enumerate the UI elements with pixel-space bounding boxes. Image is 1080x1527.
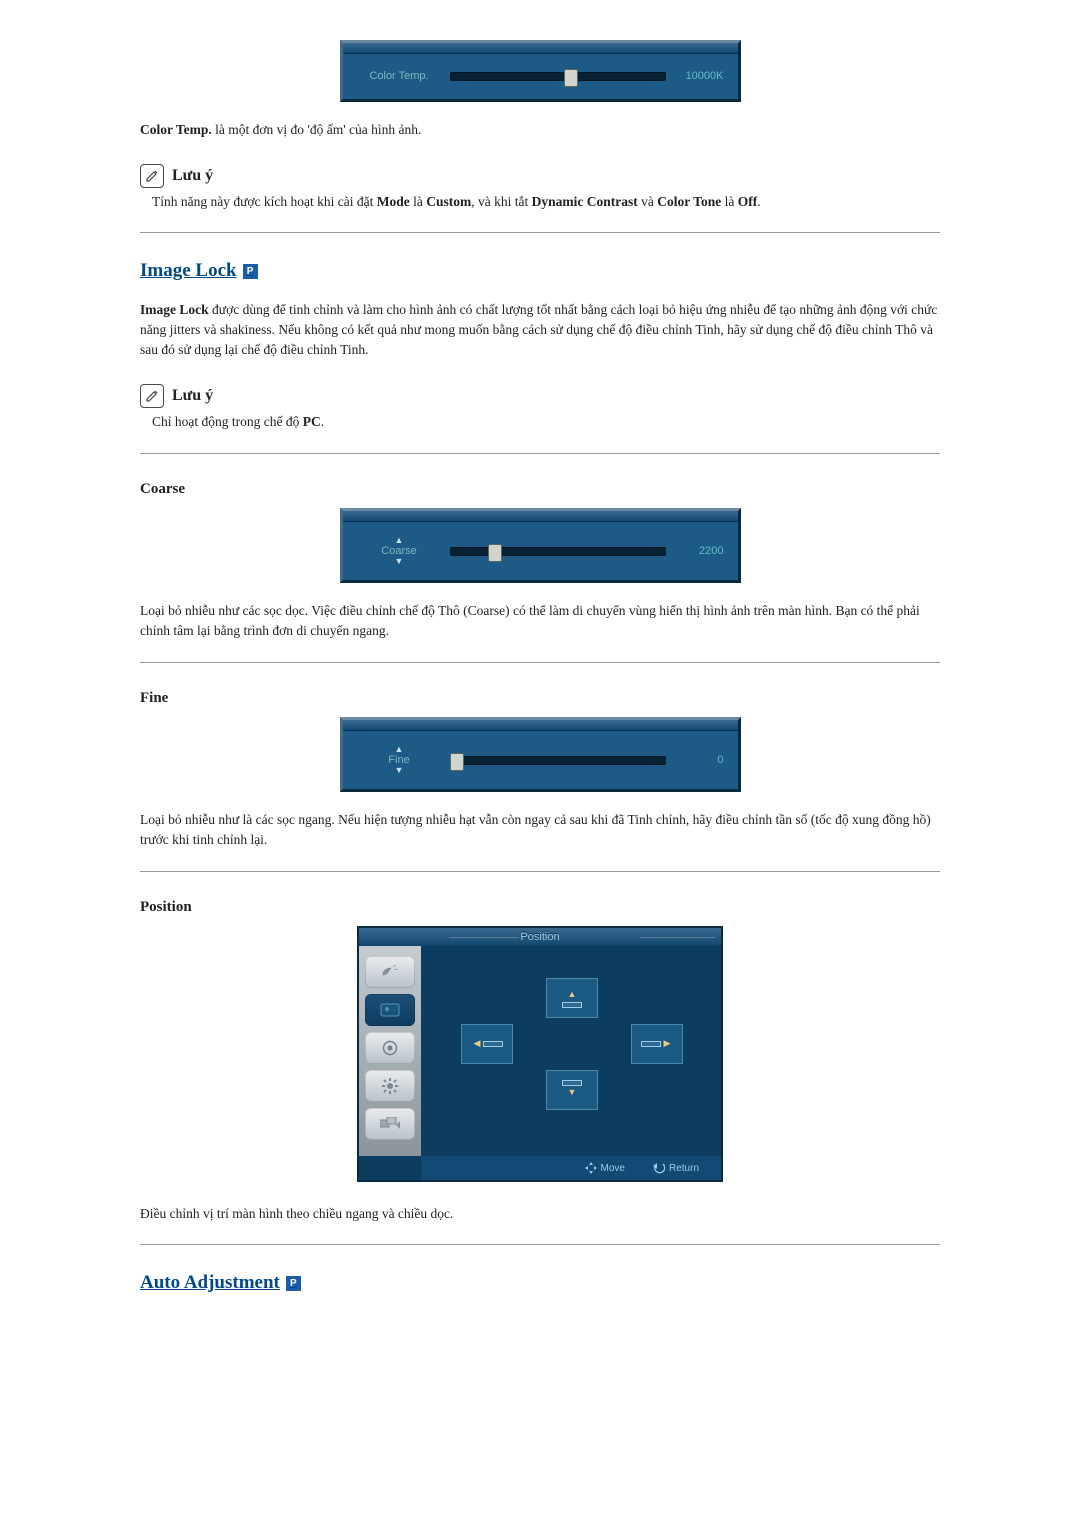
coarse-description: Loại bỏ nhiễu như các sọc dọc. Việc điều…	[140, 601, 940, 642]
slider-top-border	[343, 43, 738, 54]
position-panel-title: Position	[359, 928, 721, 946]
position-panel: Position ▲	[357, 926, 723, 1182]
image-lock-description: Image Lock được dùng để tinh chỉnh và là…	[140, 300, 940, 361]
coarse-label: ▲ Coarse ▼	[357, 536, 442, 566]
color-temp-value: 10000K	[674, 68, 728, 85]
sidebar-item-multi[interactable]	[365, 1108, 415, 1140]
divider	[140, 453, 940, 454]
pc-badge-icon: P	[286, 1276, 301, 1291]
position-down-button[interactable]: ▼	[546, 1070, 598, 1110]
footer-return-hint: Return	[653, 1161, 699, 1176]
position-heading: Position	[140, 896, 940, 919]
color-temp-label: Color Temp.	[357, 70, 442, 82]
footer-move-hint: Move	[585, 1161, 625, 1176]
slider-top-border	[343, 511, 738, 522]
auto-adjustment-heading: Auto AdjustmentP	[140, 1269, 940, 1298]
down-arrow-icon[interactable]: ▼	[357, 557, 442, 566]
coarse-value: 2200	[674, 543, 728, 560]
fine-description: Loại bỏ nhiễu như là các sọc ngang. Nếu …	[140, 810, 940, 851]
note-pencil-icon	[140, 384, 164, 408]
sidebar-item-picture[interactable]	[365, 994, 415, 1026]
color-temp-slider-panel: Color Temp. 10000K	[340, 40, 741, 102]
sidebar-item-input[interactable]	[365, 956, 415, 988]
color-temp-description: Color Temp. là một đơn vị đo 'độ ấm' của…	[140, 120, 940, 140]
fine-label: ▲ Fine ▼	[357, 745, 442, 775]
note-heading: Lưu ý	[140, 384, 940, 408]
note-title: Lưu ý	[172, 384, 213, 408]
note-body: Tính năng này được kích hoạt khi cài đặt…	[140, 192, 940, 212]
position-dpad: ▲ ◀ ▶ ▼	[461, 978, 681, 1108]
fine-slider[interactable]	[450, 756, 666, 765]
position-left-button[interactable]: ◀	[461, 1024, 513, 1064]
divider	[140, 232, 940, 233]
fine-heading: Fine	[140, 687, 940, 710]
divider	[140, 871, 940, 872]
slider-top-border	[343, 720, 738, 731]
color-temp-slider[interactable]	[450, 72, 666, 81]
sidebar-item-sound[interactable]	[365, 1032, 415, 1064]
fine-value: 0	[674, 752, 728, 769]
up-arrow-icon[interactable]: ▲	[357, 745, 442, 754]
coarse-slider-panel: ▲ Coarse ▼ 2200	[340, 508, 741, 583]
pc-badge-icon: P	[243, 264, 258, 279]
fine-slider-panel: ▲ Fine ▼ 0	[340, 717, 741, 792]
position-sidebar	[359, 946, 421, 1156]
up-arrow-icon[interactable]: ▲	[357, 536, 442, 545]
note-heading: Lưu ý	[140, 164, 940, 188]
coarse-slider[interactable]	[450, 547, 666, 556]
note-body: Chỉ hoạt động trong chế độ PC.	[140, 412, 940, 432]
position-right-button[interactable]: ▶	[631, 1024, 683, 1064]
sidebar-item-setup[interactable]	[365, 1070, 415, 1102]
divider	[140, 662, 940, 663]
position-description: Điều chỉnh vị trí màn hình theo chiều ng…	[140, 1204, 940, 1224]
note-title: Lưu ý	[172, 164, 213, 188]
divider	[140, 1244, 940, 1245]
coarse-heading: Coarse	[140, 478, 940, 501]
note-pencil-icon	[140, 164, 164, 188]
image-lock-heading: Image Lock P	[140, 257, 940, 286]
position-up-button[interactable]: ▲	[546, 978, 598, 1018]
down-arrow-icon[interactable]: ▼	[357, 766, 442, 775]
position-footer: Move Return	[359, 1156, 721, 1180]
position-main-area: ▲ ◀ ▶ ▼	[421, 946, 721, 1156]
